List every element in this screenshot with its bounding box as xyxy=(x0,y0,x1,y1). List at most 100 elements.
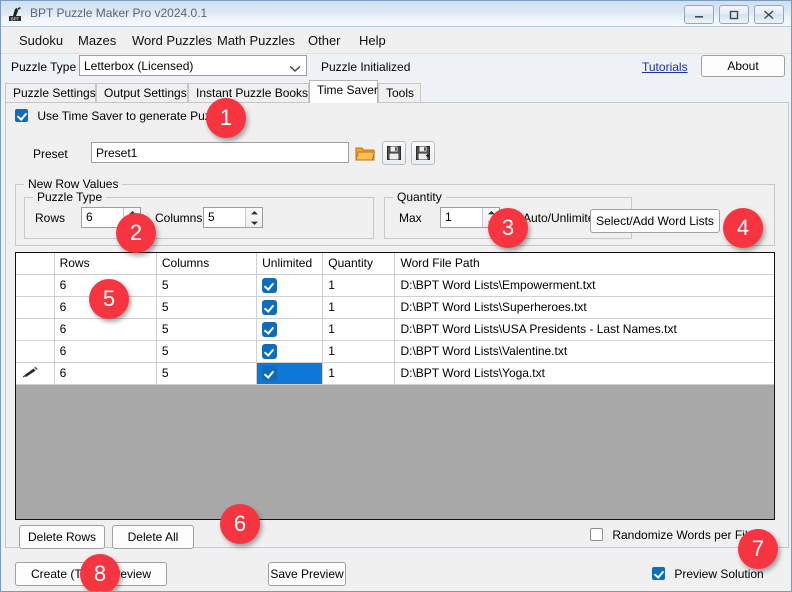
checkbox-icon[interactable] xyxy=(15,109,28,122)
row-quantity-cell[interactable]: 1 xyxy=(323,318,395,340)
grid-header-quantity[interactable]: Quantity xyxy=(323,253,395,274)
edit-pencil-icon xyxy=(21,367,41,381)
preset-input[interactable]: Preset1 xyxy=(91,142,349,163)
grid-header-unlimited[interactable]: Unlimited xyxy=(257,253,323,274)
open-folder-icon[interactable] xyxy=(353,141,377,165)
row-rows-cell[interactable]: 6 xyxy=(54,318,156,340)
row-selector-cell[interactable] xyxy=(16,296,54,318)
menu-item-math-puzzles[interactable]: Math Puzzles xyxy=(213,32,299,49)
row-path-cell[interactable]: D:\BPT Word Lists\USA Presidents - Last … xyxy=(395,318,775,340)
row-rows-cell[interactable]: 6 xyxy=(54,340,156,362)
table-row[interactable]: 6 5 1 D:\BPT Word Lists\Superheroes.txt xyxy=(16,296,775,318)
about-button[interactable]: About xyxy=(701,55,785,77)
annotation-badge-2: 2 xyxy=(116,213,156,253)
randomize-words-label: Randomize Words per File xyxy=(612,528,754,542)
randomize-words-checkbox[interactable]: Randomize Words per File xyxy=(590,528,754,542)
chevron-up-icon[interactable] xyxy=(246,208,263,217)
save-preview-button[interactable]: Save Preview xyxy=(268,562,346,586)
new-row-values-legend: New Row Values xyxy=(24,177,122,191)
puzzle-type-value: Letterbox (Licensed) xyxy=(84,59,193,73)
row-selector-cell[interactable] xyxy=(16,340,54,362)
row-columns-cell[interactable]: 5 xyxy=(156,318,256,340)
row-selector-cell[interactable] xyxy=(16,318,54,340)
row-path-cell[interactable]: D:\BPT Word Lists\Superheroes.txt xyxy=(395,296,775,318)
row-columns-cell[interactable]: 5 xyxy=(156,296,256,318)
menu-item-other[interactable]: Other xyxy=(304,32,345,49)
checkbox-icon[interactable] xyxy=(262,300,277,315)
columns-value: 5 xyxy=(208,210,215,224)
row-path-cell[interactable]: D:\BPT Word Lists\Yoga.txt xyxy=(395,362,775,384)
checkbox-icon[interactable] xyxy=(262,278,277,293)
delete-rows-button[interactable]: Delete Rows xyxy=(19,525,105,549)
chevron-down-icon[interactable] xyxy=(289,62,301,76)
columns-stepper-arrows[interactable] xyxy=(245,208,262,227)
use-time-saver-checkbox[interactable]: Use Time Saver to generate Puzzles xyxy=(15,109,232,123)
tab-tools[interactable]: Tools xyxy=(378,83,421,103)
grid-header-columns[interactable]: Columns xyxy=(156,253,256,274)
menu-item-mazes[interactable]: Mazes xyxy=(74,32,120,49)
checkbox-icon[interactable] xyxy=(590,528,603,541)
checkbox-icon[interactable] xyxy=(262,344,277,359)
rows-label: Rows xyxy=(35,211,65,225)
row-columns-cell[interactable]: 5 xyxy=(156,362,256,384)
row-quantity-cell[interactable]: 1 xyxy=(323,362,395,384)
close-icon[interactable] xyxy=(754,5,784,24)
tab-strip: Puzzle Settings Output Settings Instant … xyxy=(5,81,789,103)
rows-value: 6 xyxy=(86,210,93,224)
checkbox-icon[interactable] xyxy=(652,567,665,580)
max-label: Max xyxy=(399,211,422,225)
grid-header-rows[interactable]: Rows xyxy=(54,253,156,274)
table-row[interactable]: 6 5 1 D:\BPT Word Lists\Yoga.txt xyxy=(16,362,775,384)
grid-header-selector[interactable] xyxy=(16,253,54,274)
row-unlimited-cell[interactable] xyxy=(257,362,323,384)
row-unlimited-cell[interactable] xyxy=(257,274,323,296)
columns-stepper[interactable]: 5 xyxy=(203,207,263,228)
save-as-floppy-icon[interactable] xyxy=(411,141,435,165)
row-rows-cell[interactable]: 6 xyxy=(54,362,156,384)
row-path-cell[interactable]: D:\BPT Word Lists\Empowerment.txt xyxy=(395,274,775,296)
minimize-icon[interactable] xyxy=(684,5,714,24)
puzzle-type-group-legend: Puzzle Type xyxy=(33,190,106,204)
grid-header-word-file-path[interactable]: Word File Path xyxy=(395,253,775,274)
row-path-cell[interactable]: D:\BPT Word Lists\Valentine.txt xyxy=(395,340,775,362)
tab-time-saver[interactable]: Time Saver xyxy=(309,80,378,103)
menu-item-help[interactable]: Help xyxy=(355,32,390,49)
columns-label: Columns xyxy=(155,211,202,225)
chevron-down-icon[interactable] xyxy=(246,218,263,227)
row-quantity-cell[interactable]: 1 xyxy=(323,274,395,296)
table-row[interactable]: 6 5 1 D:\BPT Word Lists\Empowerment.txt xyxy=(16,274,775,296)
menu-item-word-puzzles[interactable]: Word Puzzles xyxy=(128,32,216,49)
row-quantity-cell[interactable]: 1 xyxy=(323,340,395,362)
tutorials-link[interactable]: Tutorials xyxy=(642,60,688,74)
word-list-grid[interactable]: Rows Columns Unlimited Quantity Word Fil… xyxy=(15,252,775,520)
preview-solution-checkbox[interactable]: Preview Solution xyxy=(652,567,764,581)
table-row[interactable]: 6 5 1 D:\BPT Word Lists\USA Presidents -… xyxy=(16,318,775,340)
preset-value: Preset1 xyxy=(96,146,137,160)
checkbox-icon[interactable] xyxy=(262,366,277,381)
select-add-word-lists-button[interactable]: Select/Add Word Lists xyxy=(590,209,720,233)
maximize-icon[interactable] xyxy=(719,5,749,24)
application-window: BPT BPT Puzzle Maker Pro v2024.0.1 Sudok… xyxy=(0,0,792,592)
annotation-badge-4: 4 xyxy=(723,208,763,248)
row-columns-cell[interactable]: 5 xyxy=(156,274,256,296)
row-selector-cell[interactable] xyxy=(16,362,54,384)
delete-all-button[interactable]: Delete All xyxy=(112,525,194,549)
tab-puzzle-settings[interactable]: Puzzle Settings xyxy=(5,83,96,103)
preset-label: Preset xyxy=(33,147,68,161)
max-value: 1 xyxy=(445,210,452,224)
save-floppy-icon[interactable] xyxy=(382,141,406,165)
row-quantity-cell[interactable]: 1 xyxy=(323,296,395,318)
puzzle-type-dropdown[interactable]: Letterbox (Licensed) xyxy=(79,55,307,76)
checkbox-icon[interactable] xyxy=(262,322,277,337)
row-unlimited-cell[interactable] xyxy=(257,340,323,362)
row-columns-cell[interactable]: 5 xyxy=(156,340,256,362)
tab-instant-puzzle-books[interactable]: Instant Puzzle Books xyxy=(188,83,309,103)
tab-output-settings[interactable]: Output Settings xyxy=(96,83,188,103)
menu-item-sudoku[interactable]: Sudoku xyxy=(15,32,67,49)
row-unlimited-cell[interactable] xyxy=(257,296,323,318)
grid-header-row: Rows Columns Unlimited Quantity Word Fil… xyxy=(16,253,775,274)
row-selector-cell[interactable] xyxy=(16,274,54,296)
grid-table: Rows Columns Unlimited Quantity Word Fil… xyxy=(16,253,775,385)
row-unlimited-cell[interactable] xyxy=(257,318,323,340)
table-row[interactable]: 6 5 1 D:\BPT Word Lists\Valentine.txt xyxy=(16,340,775,362)
